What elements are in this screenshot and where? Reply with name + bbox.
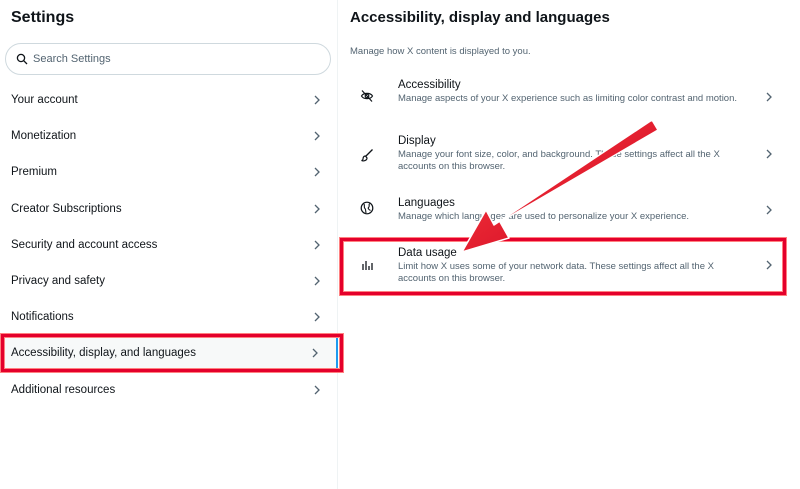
row-title: Display bbox=[398, 135, 436, 147]
bar-chart-icon bbox=[362, 261, 373, 270]
sidebar-item-label: Additional resources bbox=[11, 383, 116, 396]
sidebar-item-label: Monetization bbox=[11, 130, 77, 143]
sidebar-item-label: Creator Subscriptions bbox=[11, 202, 122, 215]
sidebar-item-accessibility[interactable]: Accessibility, display, and languages bbox=[0, 335, 338, 372]
settings-menu: Your account Monetization Premium Creato… bbox=[0, 82, 338, 408]
settings-row-display[interactable]: Display Manage your font size, color, an… bbox=[340, 130, 800, 180]
eye-slash-icon bbox=[360, 90, 374, 102]
row-title: Accessibility bbox=[398, 79, 461, 91]
chevron-right-icon bbox=[766, 92, 772, 102]
chevron-right-icon bbox=[766, 205, 772, 215]
sidebar-item-label: Notifications bbox=[11, 311, 74, 324]
sidebar-item-label: Accessibility, display, and languages bbox=[11, 347, 196, 360]
chevron-right-icon bbox=[766, 149, 772, 159]
search-icon bbox=[16, 53, 28, 65]
row-description: Manage your font size, color, and backgr… bbox=[398, 149, 720, 172]
sidebar-item-notifications[interactable]: Notifications bbox=[0, 299, 338, 335]
search-settings[interactable] bbox=[5, 43, 331, 75]
brush-icon bbox=[361, 149, 373, 162]
page-subtitle: Manage how X content is displayed to you… bbox=[350, 46, 531, 57]
row-title: Languages bbox=[398, 197, 455, 209]
sidebar-item-security[interactable]: Security and account access bbox=[0, 227, 338, 263]
chevron-right-icon bbox=[314, 95, 320, 105]
chevron-right-icon bbox=[314, 240, 320, 250]
settings-detail-panel: Accessibility, display and languages Man… bbox=[340, 0, 800, 489]
chevron-right-icon bbox=[766, 260, 772, 270]
chevron-right-icon bbox=[312, 348, 318, 358]
page-title: Accessibility, display and languages bbox=[350, 9, 610, 26]
settings-row-languages[interactable]: Languages Manage which languages are use… bbox=[340, 192, 800, 232]
settings-row-data-usage[interactable]: Data usage Limit how X uses some of your… bbox=[340, 242, 800, 290]
chevron-right-icon bbox=[314, 276, 320, 286]
row-description: Limit how X uses some of your network da… bbox=[398, 261, 714, 284]
chevron-right-icon bbox=[314, 168, 320, 177]
sidebar-item-label: Privacy and safety bbox=[11, 275, 105, 288]
sidebar-item-label: Premium bbox=[11, 166, 58, 179]
sidebar-item-premium[interactable]: Premium bbox=[0, 154, 338, 190]
chevron-right-icon bbox=[314, 204, 320, 214]
settings-row-accessibility[interactable]: Accessibility Manage aspects of your X e… bbox=[340, 74, 800, 122]
row-description: Manage which languages are used to perso… bbox=[398, 211, 689, 222]
sidebar-item-label: Your account bbox=[11, 94, 78, 107]
sidebar-item-creator-subscriptions[interactable]: Creator Subscriptions bbox=[0, 191, 338, 227]
chevron-right-icon bbox=[314, 131, 320, 141]
sidebar-title: Settings bbox=[11, 9, 75, 26]
sidebar-item-monetization[interactable]: Monetization bbox=[0, 118, 338, 154]
row-title: Data usage bbox=[398, 247, 457, 259]
row-description: Manage aspects of your X experience such… bbox=[398, 93, 738, 104]
sidebar-item-additional-resources[interactable]: Additional resources bbox=[0, 372, 338, 408]
sidebar-item-your-account[interactable]: Your account bbox=[0, 82, 338, 118]
chevron-right-icon bbox=[314, 312, 320, 322]
chevron-right-icon bbox=[314, 385, 320, 395]
globe-icon bbox=[360, 201, 374, 215]
sidebar-item-privacy[interactable]: Privacy and safety bbox=[0, 263, 338, 299]
settings-sidebar: Settings Your account Monetization Premi… bbox=[0, 0, 338, 489]
search-input[interactable] bbox=[33, 53, 313, 65]
sidebar-item-label: Security and account access bbox=[11, 238, 158, 251]
